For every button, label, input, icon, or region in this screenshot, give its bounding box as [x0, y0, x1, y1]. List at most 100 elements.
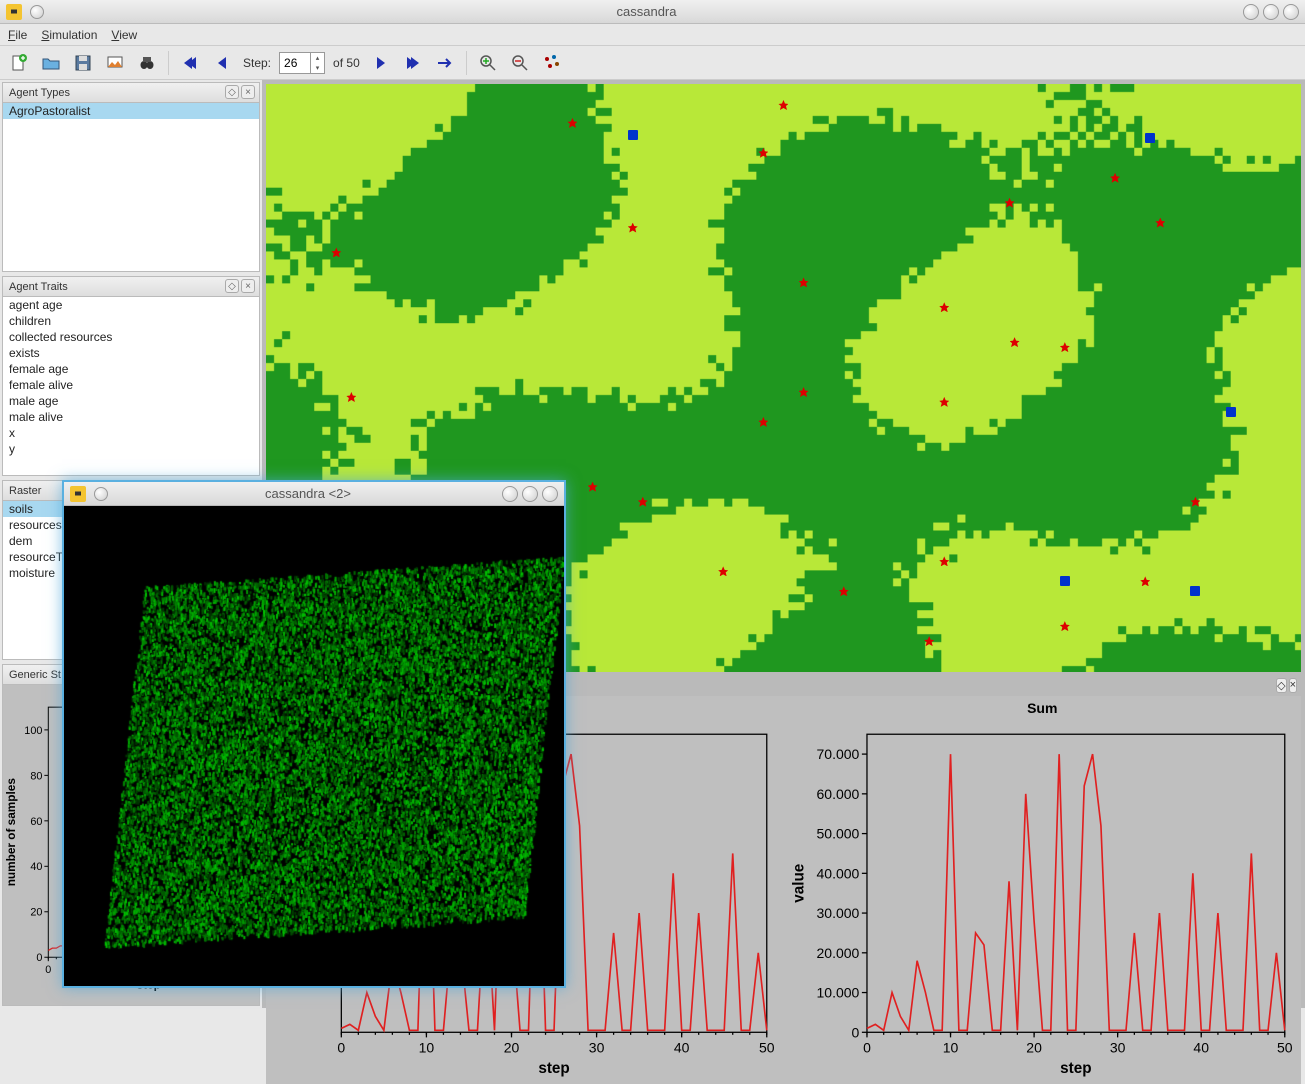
list-item[interactable]: female age	[3, 361, 259, 377]
svg-text:0: 0	[863, 1040, 871, 1056]
next-step-button[interactable]	[368, 50, 394, 76]
agent-marker-red[interactable]	[758, 417, 768, 427]
minimize-button[interactable]	[502, 486, 518, 502]
close-button[interactable]	[1283, 4, 1299, 20]
svg-text:20: 20	[1026, 1040, 1042, 1056]
minimize-button[interactable]	[1243, 4, 1259, 20]
float-window[interactable]: cassandra <2>	[62, 480, 566, 988]
first-step-button[interactable]	[177, 50, 203, 76]
open-button[interactable]	[38, 50, 64, 76]
agent-marker-red[interactable]	[939, 302, 949, 312]
agent-marker-blue[interactable]	[1226, 407, 1236, 417]
agent-marker-red[interactable]	[588, 482, 598, 492]
agent-marker-red[interactable]	[1005, 198, 1015, 208]
step-of-label: of 50	[333, 56, 360, 70]
menu-simulation[interactable]: Simulation	[41, 28, 97, 42]
maximize-button[interactable]	[1263, 4, 1279, 20]
list-item[interactable]: agent age	[3, 297, 259, 313]
agent-marker-red[interactable]	[1190, 497, 1200, 507]
panel-detach-icon[interactable]: ◇	[225, 279, 239, 293]
svg-text:100: 100	[24, 725, 42, 737]
agent-marker-red[interactable]	[799, 277, 809, 287]
list-item[interactable]: x	[3, 425, 259, 441]
agent-marker-red[interactable]	[799, 387, 809, 397]
step-down-icon[interactable]: ▾	[310, 63, 324, 73]
agent-marker-red[interactable]	[939, 397, 949, 407]
svg-text:50: 50	[759, 1040, 775, 1056]
window-menu-icon[interactable]	[94, 487, 108, 501]
list-item[interactable]: AgroPastoralist	[3, 103, 259, 119]
agent-marker-red[interactable]	[778, 100, 788, 110]
prev-step-button[interactable]	[209, 50, 235, 76]
save-button[interactable]	[70, 50, 96, 76]
list-item[interactable]: children	[3, 313, 259, 329]
list-item[interactable]: female alive	[3, 377, 259, 393]
window-title: cassandra	[50, 4, 1243, 19]
terrain-3d-view[interactable]	[64, 506, 564, 986]
agent-marker-red[interactable]	[1060, 342, 1070, 352]
agent-types-panel: Agent Types ◇× AgroPastoralist	[2, 82, 260, 272]
svg-text:0: 0	[851, 1024, 859, 1040]
list-item[interactable]: male alive	[3, 409, 259, 425]
svg-text:20: 20	[30, 907, 42, 919]
float-window-title: cassandra <2>	[114, 486, 502, 501]
agent-marker-red[interactable]	[1155, 218, 1165, 228]
agent-marker-red[interactable]	[331, 247, 341, 257]
svg-text:10.000: 10.000	[816, 985, 859, 1001]
step-spinner[interactable]: 26 ▴▾	[279, 52, 325, 74]
agent-marker-blue[interactable]	[628, 130, 638, 140]
agent-marker-blue[interactable]	[1145, 133, 1155, 143]
close-button[interactable]	[542, 486, 558, 502]
list-item[interactable]: y	[3, 441, 259, 457]
svg-text:30.000: 30.000	[816, 905, 859, 921]
svg-text:30: 30	[589, 1040, 605, 1056]
zoom-in-button[interactable]	[475, 50, 501, 76]
svg-text:10: 10	[419, 1040, 435, 1056]
list-item[interactable]: exists	[3, 345, 259, 361]
svg-text:70.000: 70.000	[816, 746, 859, 762]
panel-close-icon[interactable]: ×	[1289, 678, 1297, 693]
panel-detach-icon[interactable]: ◇	[225, 85, 239, 99]
toolbar: Step: 26 ▴▾ of 50	[0, 46, 1305, 80]
agent-marker-blue[interactable]	[1060, 576, 1070, 586]
agent-marker-red[interactable]	[758, 148, 768, 158]
svg-text:60: 60	[30, 816, 42, 828]
panel-close-icon[interactable]: ×	[241, 279, 255, 293]
agent-marker-red[interactable]	[939, 556, 949, 566]
last-step-button[interactable]	[400, 50, 426, 76]
step-label: Step:	[243, 56, 271, 70]
agent-marker-red[interactable]	[1140, 576, 1150, 586]
agent-marker-red[interactable]	[1010, 337, 1020, 347]
play-button[interactable]	[432, 50, 458, 76]
svg-text:0: 0	[45, 964, 51, 976]
agent-marker-red[interactable]	[567, 118, 577, 128]
agent-marker-red[interactable]	[1110, 173, 1120, 183]
maximize-button[interactable]	[522, 486, 538, 502]
scatter-button[interactable]	[539, 50, 565, 76]
binoculars-button[interactable]	[134, 50, 160, 76]
menubar: File Simulation View	[0, 24, 1305, 46]
step-value: 26	[284, 56, 297, 70]
svg-text:0: 0	[337, 1040, 345, 1056]
zoom-out-button[interactable]	[507, 50, 533, 76]
list-item[interactable]: collected resources	[3, 329, 259, 345]
agent-marker-red[interactable]	[839, 586, 849, 596]
agent-marker-red[interactable]	[346, 392, 356, 402]
panel-close-icon[interactable]: ×	[241, 85, 255, 99]
new-button[interactable]	[6, 50, 32, 76]
agent-marker-red[interactable]	[718, 566, 728, 576]
list-item[interactable]: male age	[3, 393, 259, 409]
menu-view[interactable]: View	[111, 28, 137, 42]
agent-marker-blue[interactable]	[1190, 586, 1200, 596]
window-menu-icon[interactable]	[30, 5, 44, 19]
agent-marker-red[interactable]	[628, 223, 638, 233]
step-up-icon[interactable]: ▴	[310, 53, 324, 63]
menu-file[interactable]: File	[8, 28, 27, 42]
screenshot-button[interactable]	[102, 50, 128, 76]
svg-text:20: 20	[504, 1040, 520, 1056]
agent-marker-red[interactable]	[638, 497, 648, 507]
panel-detach-icon[interactable]: ◇	[1276, 678, 1286, 693]
agent-traits-title: Agent Traits	[9, 281, 68, 293]
agent-marker-red[interactable]	[924, 636, 934, 646]
agent-marker-red[interactable]	[1060, 621, 1070, 631]
